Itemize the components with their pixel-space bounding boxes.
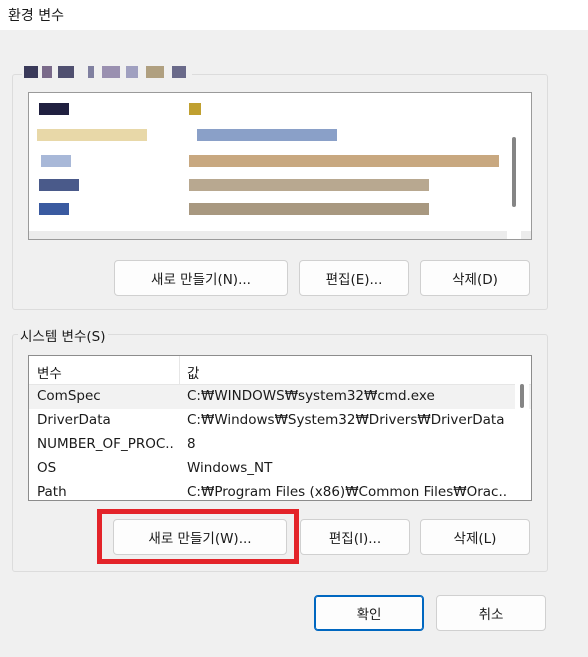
user-list-bottom-bar [29, 231, 531, 239]
row-variable-value: C:₩WINDOWS₩system32₩cmd.exe [187, 388, 435, 404]
user-variables-label-blurred [22, 64, 192, 80]
system-list-scrollbar[interactable] [515, 384, 529, 500]
blurred-text [189, 179, 429, 191]
table-row[interactable]: Path C:₩Program Files (x86)₩Common Files… [29, 481, 531, 500]
blurred-text [39, 179, 79, 191]
system-edit-button[interactable]: 편집(I)... [300, 519, 410, 555]
cancel-button[interactable]: 취소 [436, 595, 546, 631]
user-list-scroll-thumb[interactable] [512, 137, 516, 207]
user-delete-button[interactable]: 삭제(D) [420, 260, 530, 296]
blurred-text [37, 129, 147, 141]
user-new-button[interactable]: 새로 만들기(N)... [114, 260, 288, 296]
blurred-text [39, 203, 69, 215]
column-header-value[interactable]: 값 [187, 362, 199, 382]
red-highlight-box [97, 509, 299, 564]
system-delete-button[interactable]: 삭제(L) [420, 519, 530, 555]
row-variable-value: C:₩Program Files (x86)₩Common Files₩Orac… [187, 484, 507, 500]
system-variables-list[interactable]: 변수 값 ComSpec C:₩WINDOWS₩system32₩cmd.exe… [28, 355, 532, 501]
table-row[interactable]: NUMBER_OF_PROC... 8 [29, 433, 531, 457]
column-header-variable[interactable]: 변수 [37, 362, 62, 382]
user-variables-list[interactable] [28, 92, 532, 240]
user-edit-button[interactable]: 편집(E)... [299, 260, 409, 296]
table-row[interactable]: DriverData C:₩Windows₩System32₩Drivers₩D… [29, 409, 531, 433]
title-bar: 환경 변수 [0, 0, 588, 30]
blurred-text [189, 203, 429, 215]
table-row[interactable]: OS Windows_NT [29, 457, 531, 481]
blurred-text [41, 155, 71, 167]
row-variable-value: C:₩Windows₩System32₩Drivers₩DriverData [187, 412, 505, 428]
row-variable-name: NUMBER_OF_PROC... [37, 436, 175, 452]
column-divider[interactable] [179, 356, 180, 384]
row-variable-value: Windows_NT [187, 460, 273, 476]
ok-button[interactable]: 확인 [314, 595, 424, 631]
blurred-text [189, 155, 499, 167]
row-variable-name: OS [37, 460, 57, 476]
system-variables-label: 시스템 변수(S) [18, 325, 108, 345]
table-row[interactable]: ComSpec C:₩WINDOWS₩system32₩cmd.exe [29, 385, 531, 409]
row-variable-name: ComSpec [37, 388, 101, 404]
row-variable-value: 8 [187, 436, 196, 452]
blurred-text [197, 129, 337, 141]
system-list-scroll-thumb[interactable] [520, 384, 524, 408]
window-title: 환경 변수 [8, 8, 64, 24]
blurred-text [189, 103, 201, 115]
list-header: 변수 값 [29, 356, 531, 385]
blurred-text [39, 103, 69, 115]
user-list-scrollbar[interactable] [507, 93, 521, 239]
row-variable-name: DriverData [37, 412, 111, 428]
row-variable-name: Path [37, 484, 67, 500]
